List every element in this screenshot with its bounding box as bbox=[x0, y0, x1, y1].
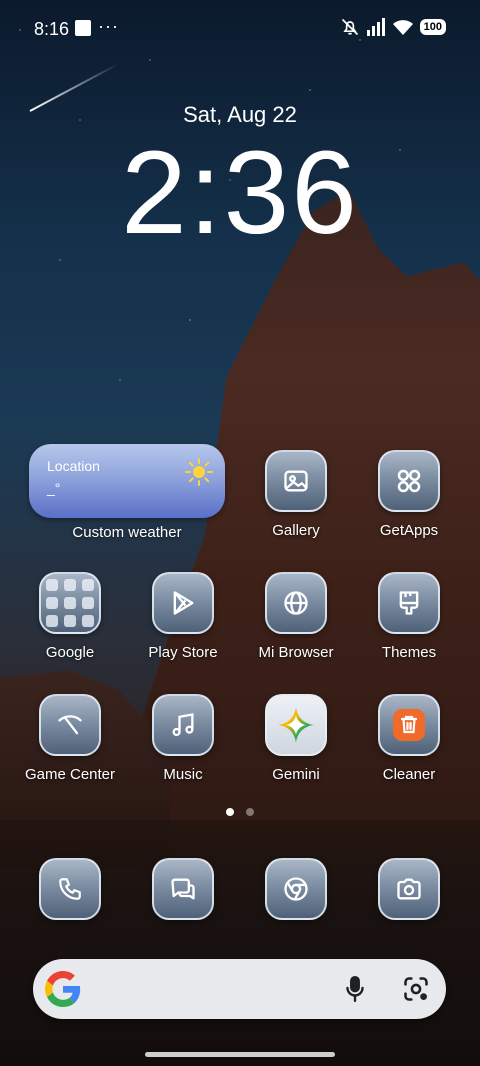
microphone-icon[interactable] bbox=[342, 975, 368, 1003]
dock-messages[interactable] bbox=[128, 858, 238, 920]
ground bbox=[0, 820, 480, 1066]
dock-chrome[interactable] bbox=[241, 858, 351, 920]
app-play-store[interactable]: Play Store bbox=[128, 572, 238, 661]
camera-icon bbox=[378, 858, 440, 920]
google-lens-icon[interactable] bbox=[402, 975, 430, 1003]
weather-widget[interactable]: Location _° bbox=[29, 444, 225, 518]
page-indicator[interactable] bbox=[0, 808, 480, 816]
app-mi-browser[interactable]: Mi Browser bbox=[241, 572, 351, 661]
game-center-icon bbox=[39, 694, 101, 756]
app-music[interactable]: Music bbox=[128, 694, 238, 783]
date-text: Sat, Aug 22 bbox=[183, 102, 297, 127]
status-icons: 100 bbox=[340, 17, 446, 37]
app-gemini[interactable]: Gemini bbox=[241, 694, 351, 783]
google-folder-icon bbox=[39, 572, 101, 634]
brush-icon bbox=[378, 572, 440, 634]
dock-camera[interactable] bbox=[354, 858, 464, 920]
clock-time[interactable]: 2:36 bbox=[0, 128, 480, 258]
app-getapps[interactable]: GetApps bbox=[354, 450, 464, 539]
more-notifications-icon: ··· bbox=[98, 16, 119, 36]
weather-temperature: _° bbox=[47, 480, 61, 496]
app-themes[interactable]: Themes bbox=[354, 572, 464, 661]
bell-muted-icon bbox=[341, 18, 358, 36]
status-time: 8:16 bbox=[34, 19, 70, 39]
app-label: Gallery bbox=[272, 522, 320, 539]
gemini-icon bbox=[265, 694, 327, 756]
app-label: Google bbox=[45, 644, 95, 661]
app-cleaner[interactable]: Cleaner bbox=[354, 694, 464, 783]
battery-icon: 100 bbox=[419, 19, 446, 35]
wifi-icon bbox=[392, 20, 413, 35]
music-note-icon bbox=[152, 694, 214, 756]
page-dot[interactable] bbox=[246, 808, 254, 816]
status-bar: 8:16 ··· 100 bbox=[0, 0, 480, 56]
messages-icon bbox=[152, 858, 214, 920]
phone-icon bbox=[39, 858, 101, 920]
app-label: Cleaner bbox=[382, 766, 436, 783]
folder-google[interactable]: Google bbox=[15, 572, 125, 661]
gallery-icon bbox=[265, 450, 327, 512]
gesture-navigation-bar[interactable] bbox=[145, 1052, 335, 1057]
app-gallery[interactable]: Gallery bbox=[241, 450, 351, 539]
notification-icon bbox=[75, 20, 91, 36]
trash-icon bbox=[378, 694, 440, 756]
chrome-icon bbox=[265, 858, 327, 920]
app-label: Music bbox=[163, 766, 203, 783]
rock-formation bbox=[140, 190, 480, 910]
sun-icon bbox=[185, 458, 213, 486]
app-label: Gemini bbox=[272, 766, 320, 783]
dock-phone[interactable] bbox=[15, 858, 125, 920]
app-game-center[interactable]: Game Center bbox=[15, 694, 125, 783]
weather-widget-label: Custom weather bbox=[72, 524, 182, 541]
app-label: GetApps bbox=[379, 522, 439, 539]
signal-icon bbox=[366, 18, 385, 36]
app-label: Themes bbox=[381, 644, 437, 661]
google-search-bar[interactable] bbox=[33, 959, 446, 1019]
weather-location: Location bbox=[47, 458, 100, 474]
page-dot-active[interactable] bbox=[226, 808, 234, 816]
app-label: Play Store bbox=[148, 644, 218, 661]
getapps-icon bbox=[378, 450, 440, 512]
play-store-icon bbox=[152, 572, 214, 634]
app-label: Mi Browser bbox=[258, 644, 334, 661]
globe-icon bbox=[265, 572, 327, 634]
google-g-icon bbox=[45, 971, 81, 1007]
app-label: Game Center bbox=[24, 766, 116, 783]
